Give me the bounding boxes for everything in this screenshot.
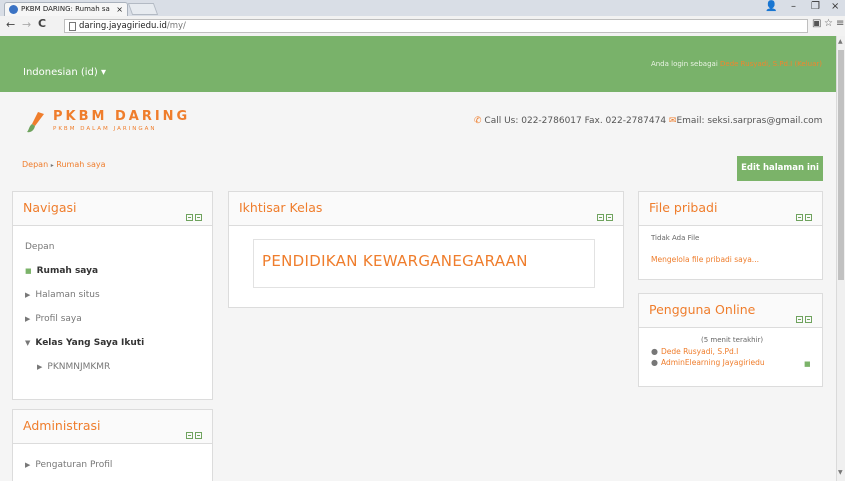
browser-window: PKBM DARING: Rumah sa × 👤 – ❐ × ← → C da… [0, 0, 845, 481]
course-title-link[interactable]: PENDIDIKAN KEWARGANEGARAAN [262, 252, 528, 270]
logout-link[interactable]: (Keluar) [794, 60, 822, 68]
nav-item-depan[interactable]: Depan [25, 242, 54, 252]
minimize-button[interactable]: – [791, 1, 796, 12]
nav-item-rumah-saya[interactable]: ■ Rumah saya [25, 266, 98, 276]
private-files-block: File pribadi Tidak Ada File Mengelola fi… [638, 191, 823, 280]
block-dock-icon[interactable] [796, 206, 814, 221]
url-path: /my/ [166, 21, 186, 31]
breadcrumb-current[interactable]: Rumah saya [56, 160, 105, 169]
profile-icon[interactable]: 👤 [765, 1, 777, 12]
breadcrumb: Depan ▸ Rumah saya [22, 160, 106, 169]
back-icon[interactable]: ← [6, 18, 15, 31]
contact-info: ✆ Call Us: 022-2786017 Fax. 022-2787474 … [474, 116, 822, 126]
maximize-button[interactable]: ❐ [811, 1, 820, 12]
contact-email: Email: seksi.sarpras@gmail.com [676, 116, 823, 126]
forward-icon[interactable]: → [22, 18, 31, 31]
menu-icon[interactable]: ≡ [836, 18, 844, 29]
breadcrumb-home[interactable]: Depan [22, 160, 48, 169]
user-icon: ● [651, 347, 658, 356]
private-files-title: File pribadi [649, 200, 718, 215]
expand-arrow-icon: ▶ [37, 363, 43, 371]
online-users-title: Pengguna Online [649, 302, 756, 317]
tab-close-icon[interactable]: × [116, 3, 123, 16]
message-icon[interactable]: ■ [804, 360, 811, 368]
nav-item-label: PKNMNJMKMR [47, 362, 111, 372]
browser-tab[interactable]: PKBM DARING: Rumah sa × [4, 2, 128, 16]
administration-block-header: Administrasi [13, 410, 212, 444]
site-favicon-icon [9, 5, 18, 14]
nav-item-label: Kelas Yang Saya Ikuti [35, 338, 145, 348]
block-dock-icon[interactable] [186, 206, 204, 221]
site-logo[interactable]: PKBM DARING PKBM DALAM JARINGAN [26, 108, 196, 138]
tab-bar: PKBM DARING: Rumah sa × 👤 – ❐ × [0, 0, 845, 16]
login-prefix: Anda login sebagai [650, 60, 718, 68]
scroll-up-icon[interactable]: ▲ [838, 38, 843, 45]
expand-arrow-icon: ▶ [25, 461, 31, 469]
online-user-name: AdminElearning Jayagiriedu [660, 358, 765, 367]
scroll-down-icon[interactable]: ▼ [838, 469, 843, 476]
admin-item-label: Pengaturan Profil [35, 460, 113, 470]
login-info: Anda login sebagai Dede Rusyadi, S.Pd.I … [651, 60, 822, 68]
edit-page-button[interactable]: Edit halaman ini [737, 156, 823, 181]
collapse-arrow-icon: ▼ [25, 339, 31, 347]
course-card[interactable]: PENDIDIKAN KEWARGANEGARAAN [253, 239, 595, 288]
reload-icon[interactable]: C [38, 17, 46, 30]
no-files-text: Tidak Ada File [651, 234, 700, 242]
top-navbar: Indonesian (id) ▾ Anda login sebagai Ded… [0, 36, 836, 92]
nav-item-halaman-situs[interactable]: ▶ Halaman situs [25, 290, 100, 300]
online-user-link[interactable]: ● AdminElearning Jayagiriedu [651, 358, 765, 367]
translate-icon[interactable]: ▣ [812, 18, 821, 29]
navigation-block-header: Navigasi [13, 192, 212, 226]
page-icon [69, 22, 76, 31]
online-users-block: Pengguna Online (5 menit terakhir) ● Dede… [638, 293, 823, 387]
bookmark-star-icon[interactable]: ☆ [824, 18, 833, 29]
online-user-name: Dede Rusyadi, S.Pd.I [660, 347, 739, 356]
user-icon: ● [651, 358, 658, 367]
language-menu[interactable]: Indonesian (id) ▾ [23, 67, 106, 78]
new-tab-button[interactable] [127, 3, 159, 15]
block-dock-icon[interactable] [597, 206, 615, 221]
nav-item-course[interactable]: ▶ PKNMNJMKMR [37, 362, 110, 372]
nav-item-label: Halaman situs [35, 290, 100, 300]
nav-item-profil-saya[interactable]: ▶ Profil saya [25, 314, 82, 324]
navigation-title: Navigasi [23, 200, 77, 215]
administration-title: Administrasi [23, 418, 101, 433]
private-files-header: File pribadi [639, 192, 822, 226]
course-overview-block: Ikhtisar Kelas PENDIDIKAN KEWARGANEGARAA… [228, 191, 624, 308]
block-dock-icon[interactable] [796, 308, 814, 323]
nav-item-label: Rumah saya [36, 266, 99, 276]
phone-icon: ✆ [474, 116, 482, 126]
page-scrollbar[interactable]: ▲ ▼ [836, 36, 845, 481]
course-overview-header: Ikhtisar Kelas [229, 192, 623, 226]
bullet-icon: ■ [25, 267, 32, 275]
nav-item-label: Profil saya [35, 314, 82, 324]
page-content: Indonesian (id) ▾ Anda login sebagai Ded… [0, 36, 836, 481]
navigation-block: Navigasi Depan ■ Rumah saya ▶ Halaman situ… [12, 191, 213, 400]
breadcrumb-separator-icon: ▸ [50, 162, 54, 169]
block-dock-icon[interactable] [186, 424, 204, 439]
administration-block: Administrasi ▶ Pengaturan Profil [12, 409, 213, 481]
brush-logo-icon [27, 112, 44, 133]
nav-item-kelas-yang-saya-ikuti[interactable]: ▼ Kelas Yang Saya Ikuti [25, 338, 144, 348]
manage-files-link[interactable]: Mengelola file pribadi saya... [651, 255, 759, 264]
logo-title: PKBM DARING [53, 109, 191, 124]
contact-phone: Call Us: 022-2786017 Fax. 022-2787474 [484, 116, 667, 126]
expand-arrow-icon: ▶ [25, 315, 31, 323]
logo-subtitle: PKBM DALAM JARINGAN [53, 126, 157, 132]
online-users-header: Pengguna Online [639, 294, 822, 328]
window-close-button[interactable]: × [831, 1, 839, 12]
admin-item-profile-settings[interactable]: ▶ Pengaturan Profil [25, 460, 112, 470]
expand-arrow-icon: ▶ [25, 291, 31, 299]
online-window-text: (5 menit terakhir) [701, 336, 764, 344]
course-overview-title: Ikhtisar Kelas [239, 200, 323, 215]
url-host: daring.jayagiriedu.id [79, 21, 167, 31]
address-bar[interactable]: daring.jayagiriedu.id/my/ [64, 19, 808, 33]
tab-title: PKBM DARING: Rumah sa [21, 5, 110, 13]
login-user-link[interactable]: Dede Rusyadi, S.Pd.I [720, 60, 792, 68]
online-user-link[interactable]: ● Dede Rusyadi, S.Pd.I [651, 347, 738, 356]
scrollbar-thumb[interactable] [838, 50, 844, 280]
